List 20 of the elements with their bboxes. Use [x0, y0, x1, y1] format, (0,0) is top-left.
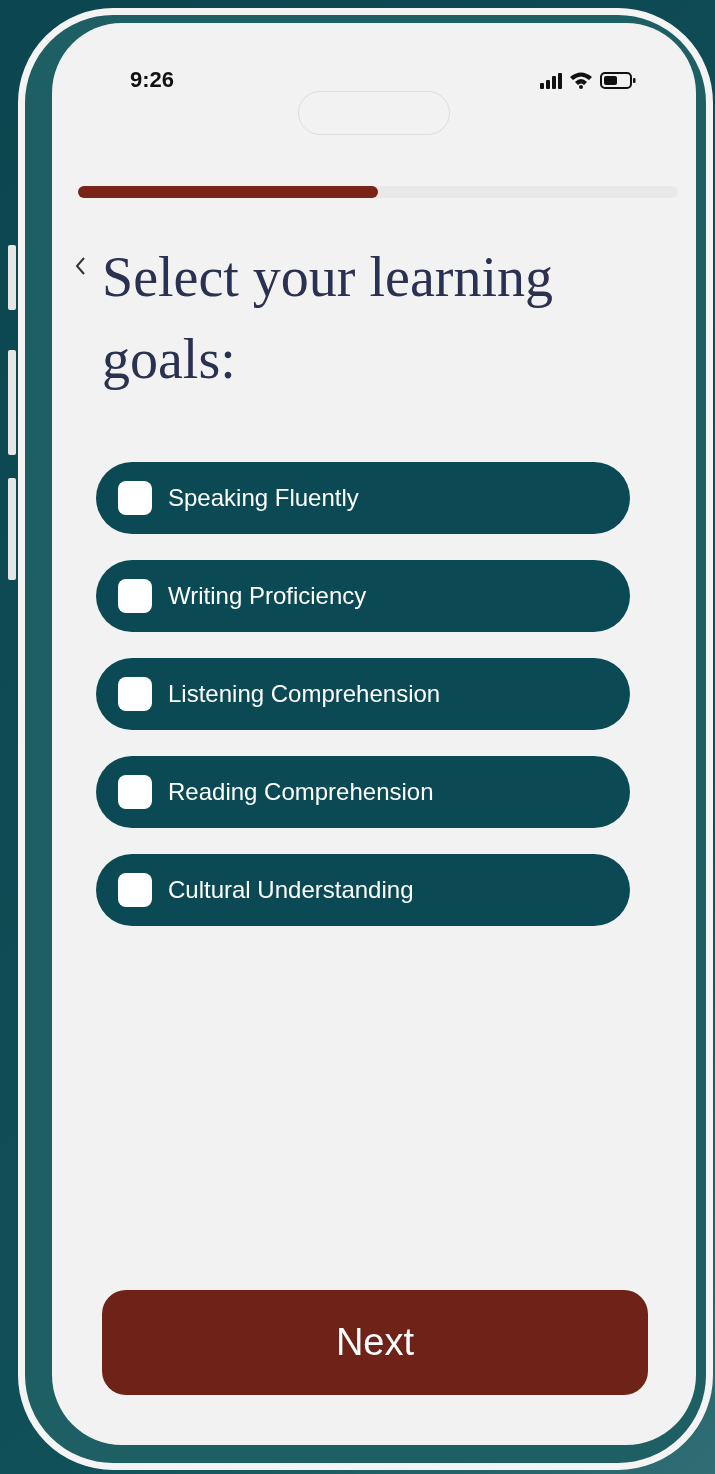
checkbox[interactable] — [118, 775, 152, 809]
goal-option[interactable]: Speaking Fluently — [96, 462, 630, 534]
next-button[interactable]: Next — [102, 1290, 648, 1395]
goal-label: Writing Proficiency — [168, 582, 367, 610]
goal-label: Reading Comprehension — [168, 778, 434, 806]
checkbox[interactable] — [118, 481, 152, 515]
page-title: Select your learning goals: — [102, 245, 554, 392]
goal-label: Listening Comprehension — [168, 680, 441, 708]
checkbox[interactable] — [118, 873, 152, 907]
checkbox[interactable] — [118, 677, 152, 711]
goal-label: Speaking Fluently — [168, 484, 359, 512]
goal-option[interactable]: Cultural Understanding — [96, 854, 630, 926]
goal-label: Cultural Understanding — [168, 876, 414, 904]
checkbox[interactable] — [118, 579, 152, 613]
battery-icon — [600, 72, 636, 89]
status-time: 9:26 — [130, 67, 175, 93]
signal-icon — [540, 72, 562, 89]
goal-option[interactable]: Listening Comprehension — [96, 658, 630, 730]
goal-option[interactable]: Reading Comprehension — [96, 756, 630, 828]
goal-option[interactable]: Writing Proficiency — [96, 560, 630, 632]
